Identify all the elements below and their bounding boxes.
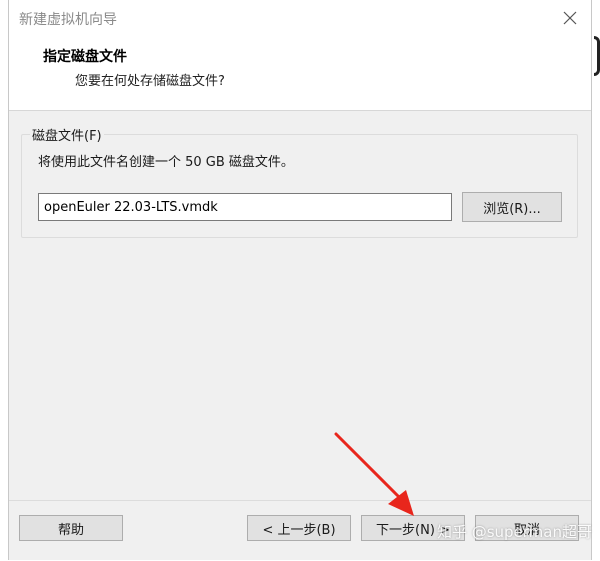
new-vm-wizard-dialog: 新建虚拟机向导 指定磁盘文件 您要在何处存储磁盘文件? 磁盘文件(F) 将使用此… <box>8 0 592 560</box>
window-title: 新建虚拟机向导 <box>19 12 117 28</box>
disk-file-group-label: 磁盘文件(F) <box>30 125 104 144</box>
title-bar: 新建虚拟机向导 <box>9 0 591 36</box>
next-button[interactable]: 下一步(N) > <box>361 515 465 541</box>
disk-file-name-input[interactable] <box>38 193 452 221</box>
cancel-button[interactable]: 取消 <box>475 515 579 541</box>
close-icon <box>563 11 577 25</box>
browse-button[interactable]: 浏览(R)... <box>462 192 562 222</box>
page-subtitle: 您要在何处存储磁盘文件? <box>75 74 225 89</box>
back-button[interactable]: < 上一步(B) <box>247 515 351 541</box>
background-window-edge <box>594 36 600 76</box>
disk-file-groupbox: 磁盘文件(F) 将使用此文件名创建一个 50 GB 磁盘文件。 浏览(R)... <box>21 125 578 238</box>
wizard-footer: 帮助 < 上一步(B) 下一步(N) > 取消 <box>9 500 591 561</box>
disk-size-info: 将使用此文件名创建一个 50 GB 磁盘文件。 <box>38 155 294 170</box>
close-button[interactable] <box>557 6 583 30</box>
wizard-header: 指定磁盘文件 您要在何处存储磁盘文件? <box>9 36 591 111</box>
page-title: 指定磁盘文件 <box>43 49 127 65</box>
help-button[interactable]: 帮助 <box>19 515 123 541</box>
